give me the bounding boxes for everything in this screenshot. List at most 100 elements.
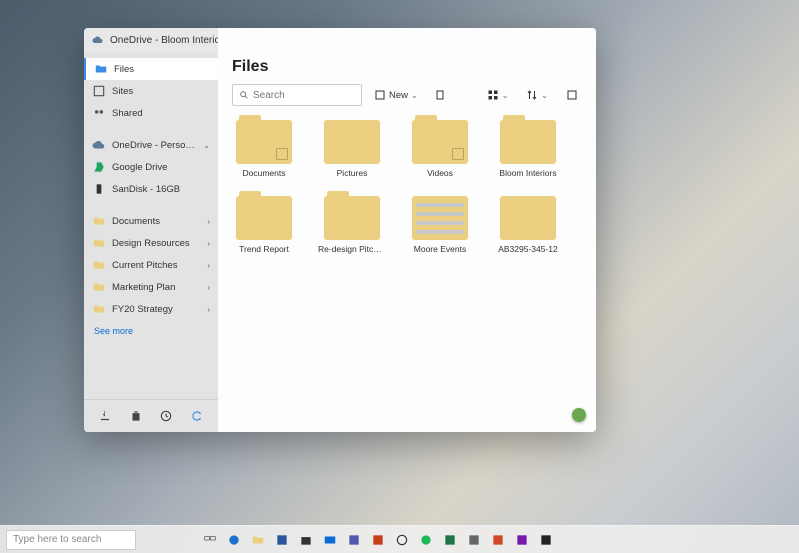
search-icon: [239, 90, 249, 100]
sidebar-item-onedrive-personal[interactable]: OneDrive - Personal ⌄: [84, 134, 218, 156]
spotify-icon[interactable]: [418, 532, 434, 548]
file-moore-events[interactable]: Moore Events: [408, 196, 472, 254]
task-view-icon[interactable]: [202, 532, 218, 548]
see-more-link[interactable]: See more: [84, 320, 218, 342]
taskbar-icons: [202, 532, 554, 548]
folder-icon: [92, 258, 106, 272]
chevron-down-icon: ⌄: [502, 91, 509, 100]
chevron-right-icon: ›: [207, 283, 210, 292]
sidebar-item-label: Files: [114, 64, 210, 75]
page-title: Files: [232, 58, 582, 76]
item-name: Documents: [243, 168, 286, 178]
sync-status-icon[interactable]: [572, 408, 586, 422]
sidebar-item-google-drive[interactable]: Google Drive: [84, 156, 218, 178]
chevron-right-icon: ›: [207, 239, 210, 248]
toolbar-right: ⌄ ⌄: [483, 87, 582, 103]
chevron-right-icon: ›: [207, 305, 210, 314]
main-pane: Files Search New ⌄ ⌄: [218, 28, 596, 432]
view-button[interactable]: ⌄: [483, 87, 513, 103]
folder-icon: [236, 196, 292, 240]
sidebar-item-design-resources[interactable]: Design Resources ›: [84, 232, 218, 254]
folder-documents[interactable]: Documents: [232, 120, 296, 178]
folder-icon: [92, 280, 106, 294]
folder-trend-report[interactable]: Trend Report: [232, 196, 296, 254]
teams-icon[interactable]: [346, 532, 362, 548]
sidebar-item-sites[interactable]: Sites: [84, 80, 218, 102]
paste-button[interactable]: [430, 87, 450, 103]
item-grid: Documents Pictures Videos Bloom Interior…: [232, 120, 582, 254]
folder-icon: [92, 236, 106, 250]
taskbar-search-input[interactable]: Type here to search: [6, 530, 136, 550]
trash-icon[interactable]: [128, 408, 144, 424]
item-name: Pictures: [337, 168, 368, 178]
history-icon[interactable]: [158, 408, 174, 424]
details-icon: [566, 89, 578, 101]
word-icon[interactable]: [274, 532, 290, 548]
store-icon[interactable]: [298, 532, 314, 548]
folder-bloom-interiors[interactable]: Bloom Interiors: [496, 120, 560, 178]
folder-icon: [324, 196, 380, 240]
folder-icon: [92, 302, 106, 316]
image-thumbnail: [500, 196, 556, 240]
settings-icon[interactable]: [394, 532, 410, 548]
grid-icon: [487, 89, 499, 101]
item-name: Trend Report: [239, 244, 289, 254]
clipboard-icon: [434, 89, 446, 101]
sidebar-folders-group: Documents › Design Resources › Current P…: [84, 210, 218, 320]
file-explorer-window: OneDrive - Bloom Interiors − □ ✕ Files S…: [84, 28, 596, 432]
desktop: OneDrive - Bloom Interiors − □ ✕ Files S…: [0, 0, 799, 553]
document-thumbnail: [412, 196, 468, 240]
window-title: OneDrive - Bloom Interiors: [110, 35, 228, 46]
sidebar-item-label: SanDisk - 16GB: [112, 184, 210, 195]
shared-icon: [92, 106, 106, 120]
photos-icon[interactable]: [370, 532, 386, 548]
folder-icon: [412, 120, 468, 164]
download-icon[interactable]: [97, 408, 113, 424]
search-placeholder: Search: [253, 90, 285, 101]
chevron-right-icon: ›: [207, 261, 210, 270]
sidebar-item-files[interactable]: Files: [84, 58, 218, 80]
item-name: Moore Events: [414, 244, 466, 254]
item-name: Re-design Pitches: [318, 244, 386, 254]
sidebar-top-group: Files Sites Shared: [84, 58, 218, 124]
app-icon[interactable]: [466, 532, 482, 548]
sync-icon[interactable]: [189, 408, 205, 424]
explorer-icon[interactable]: [250, 532, 266, 548]
powerpoint-icon[interactable]: [490, 532, 506, 548]
terminal-icon[interactable]: [538, 532, 554, 548]
sort-icon: [526, 89, 538, 101]
sidebar-item-shared[interactable]: Shared: [84, 102, 218, 124]
cloud-icon: [92, 138, 106, 152]
sidebar-item-label: Documents: [112, 216, 201, 227]
pictures-thumbnail: [324, 120, 380, 164]
sidebar-item-marketing-plan[interactable]: Marketing Plan ›: [84, 276, 218, 298]
sort-button[interactable]: ⌄: [522, 87, 552, 103]
chevron-down-icon: ⌄: [411, 91, 418, 100]
folder-pictures[interactable]: Pictures: [320, 120, 384, 178]
item-name: AB3295-345-12: [498, 244, 558, 254]
excel-icon[interactable]: [442, 532, 458, 548]
edge-icon[interactable]: [226, 532, 242, 548]
gdrive-icon: [92, 160, 106, 174]
onenote-icon[interactable]: [514, 532, 530, 548]
sidebar-item-current-pitches[interactable]: Current Pitches ›: [84, 254, 218, 276]
sidebar-item-sandisk[interactable]: SanDisk - 16GB: [84, 178, 218, 200]
taskbar: Type here to search: [0, 525, 799, 553]
folder-icon: [94, 62, 108, 76]
sidebar-item-fy20-strategy[interactable]: FY20 Strategy ›: [84, 298, 218, 320]
sidebar-item-documents[interactable]: Documents ›: [84, 210, 218, 232]
folder-videos[interactable]: Videos: [408, 120, 472, 178]
chevron-down-icon: ⌄: [203, 141, 210, 150]
taskbar-search-placeholder: Type here to search: [13, 534, 101, 545]
chevron-down-icon: ⌄: [541, 91, 548, 100]
search-input[interactable]: Search: [232, 84, 362, 106]
sidebar-item-label: Current Pitches: [112, 260, 201, 271]
chevron-right-icon: ›: [207, 217, 210, 226]
new-button[interactable]: New ⌄: [370, 87, 422, 103]
details-button[interactable]: [562, 87, 582, 103]
folder-redesign-pitches[interactable]: Re-design Pitches: [320, 196, 384, 254]
sidebar-item-label: OneDrive - Personal: [112, 140, 197, 151]
mail-icon[interactable]: [322, 532, 338, 548]
sidebar-item-label: Google Drive: [112, 162, 210, 173]
file-image[interactable]: AB3295-345-12: [496, 196, 560, 254]
